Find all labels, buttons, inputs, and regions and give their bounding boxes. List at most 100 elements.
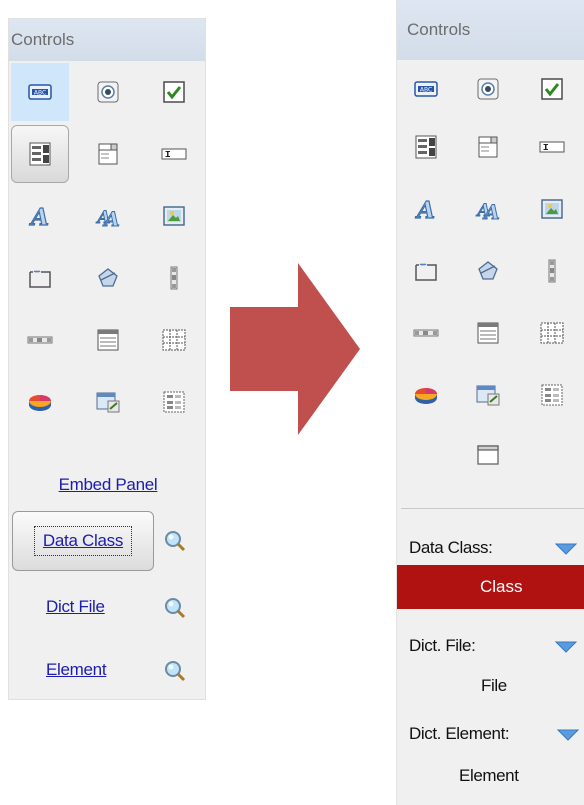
- font-a-icon: A A: [475, 200, 500, 222]
- section-divider: [401, 508, 584, 509]
- picture-icon: [541, 199, 563, 219]
- tool-textbox[interactable]: [523, 118, 581, 176]
- dict-file-value[interactable]: File: [481, 676, 507, 696]
- data-class-link[interactable]: Data Class: [43, 531, 123, 550]
- tool-vertical-scrollbar[interactable]: [523, 242, 581, 300]
- controls-panel-after: Controls ABC A A A Data Class: Class Dic…: [396, 0, 584, 805]
- dict-element-dropdown-icon[interactable]: [557, 729, 579, 741]
- combobox-icon: [98, 143, 118, 165]
- tool-form-grid[interactable]: [145, 373, 203, 431]
- grid-icon: [162, 329, 186, 351]
- list-view-icon: [477, 322, 499, 344]
- tool-horizontal-scrollbar[interactable]: [397, 304, 455, 362]
- listbox-spinner-icon: [415, 135, 437, 159]
- data-class-value-selected[interactable]: Class: [397, 565, 584, 609]
- embed-panel-link[interactable]: Embed Panel: [59, 475, 158, 494]
- data-class-dropdown-icon[interactable]: [555, 543, 577, 555]
- tool-listbox[interactable]: [11, 125, 69, 183]
- tool-chart[interactable]: [11, 373, 69, 431]
- tool-label-a[interactable]: A: [11, 187, 69, 245]
- tool-grid[interactable]: [145, 311, 203, 369]
- web-control-icon: [96, 392, 120, 413]
- pie-chart-icon: [29, 395, 51, 411]
- tool-picture[interactable]: [523, 180, 581, 238]
- data-class-button[interactable]: Data Class: [12, 511, 154, 571]
- search-dict-file-icon[interactable]: [164, 597, 186, 619]
- tool-textbox[interactable]: [145, 125, 203, 183]
- tool-label-abc[interactable]: ABC: [11, 63, 69, 121]
- tool-web-control[interactable]: [459, 366, 517, 424]
- shape-icon: [478, 261, 498, 280]
- svg-text:A: A: [415, 197, 435, 221]
- svg-text:A: A: [29, 204, 49, 228]
- grid-icon: [540, 322, 564, 344]
- checkbox-icon: [163, 81, 185, 103]
- dict-file-link[interactable]: Dict File: [46, 597, 105, 617]
- embed-panel-row: Embed Panel: [9, 475, 207, 495]
- vertical-scroll-icon: [170, 266, 178, 290]
- right-arrow-icon: [230, 263, 360, 435]
- textbox-icon: [161, 148, 187, 160]
- tool-radio-button[interactable]: [459, 60, 517, 118]
- shape-icon: [98, 268, 118, 287]
- tool-group-box[interactable]: [397, 242, 455, 300]
- tool-list-view[interactable]: [459, 304, 517, 362]
- tool-checkbox[interactable]: [145, 63, 203, 121]
- horizontal-scroll-icon: [27, 336, 53, 344]
- dict-element-value[interactable]: Element: [459, 766, 519, 786]
- tool-vertical-scrollbar[interactable]: [145, 249, 203, 307]
- label-a-icon: A: [414, 197, 435, 221]
- svg-text:A: A: [482, 200, 500, 221]
- embed-panel-icon: [477, 445, 499, 465]
- screenshot-stage: Controls ABC A A A Embed Panel Data Clas…: [0, 0, 584, 805]
- data-class-focus-outline: Data Class: [33, 526, 133, 556]
- form-grid-icon: [163, 391, 185, 413]
- tool-horizontal-scrollbar[interactable]: [11, 311, 69, 369]
- radio-button-icon: [477, 78, 499, 100]
- group-box-icon: [415, 263, 437, 281]
- form-grid-icon: [541, 384, 563, 406]
- picture-icon: [163, 206, 185, 226]
- tool-chart[interactable]: [397, 366, 455, 424]
- horizontal-scroll-icon: [413, 329, 439, 337]
- web-control-icon: [476, 385, 500, 406]
- group-box-icon: [29, 270, 51, 288]
- tool-shape[interactable]: [79, 249, 137, 307]
- tool-label-a[interactable]: A: [397, 180, 455, 238]
- dict-file-dropdown-icon[interactable]: [555, 641, 577, 653]
- tool-combobox[interactable]: [459, 118, 517, 176]
- listbox-spinner-icon: [29, 142, 51, 166]
- dict-element-label: Dict. Element:: [409, 724, 510, 743]
- tool-font[interactable]: A A: [459, 180, 517, 238]
- element-link[interactable]: Element: [46, 660, 107, 680]
- dict-file-label: Dict. File:: [409, 636, 476, 655]
- tool-list-view[interactable]: [79, 311, 137, 369]
- data-class-label: Data Class:: [409, 538, 493, 557]
- label-a-icon: A: [28, 204, 49, 228]
- search-data-class-icon[interactable]: [164, 530, 186, 552]
- tool-checkbox[interactable]: [523, 60, 581, 118]
- svg-text:ABC: ABC: [34, 89, 46, 96]
- tool-combobox[interactable]: [79, 125, 137, 183]
- tool-shape[interactable]: [459, 242, 517, 300]
- tool-form-grid[interactable]: [523, 366, 581, 424]
- textbox-icon: [539, 141, 565, 153]
- radio-button-icon: [97, 81, 119, 103]
- tool-group-box[interactable]: [11, 249, 69, 307]
- tool-embed-panel[interactable]: [459, 426, 517, 484]
- tool-font[interactable]: A A: [79, 187, 137, 245]
- list-view-icon: [97, 329, 119, 351]
- pie-chart-icon: [415, 388, 437, 404]
- controls-panel-before: Controls ABC A A A Embed Panel Data Clas…: [8, 18, 206, 700]
- search-element-icon[interactable]: [164, 660, 186, 682]
- tool-picture[interactable]: [145, 187, 203, 245]
- checkbox-icon: [541, 78, 563, 100]
- tool-label-abc[interactable]: ABC: [397, 60, 455, 118]
- tool-web-control[interactable]: [79, 373, 137, 431]
- tool-grid[interactable]: [523, 304, 581, 362]
- svg-text:A: A: [102, 207, 120, 228]
- panel-title: Controls: [397, 0, 584, 60]
- tool-listbox[interactable]: [397, 118, 455, 176]
- data-class-value: Class: [480, 577, 523, 596]
- tool-radio-button[interactable]: [79, 63, 137, 121]
